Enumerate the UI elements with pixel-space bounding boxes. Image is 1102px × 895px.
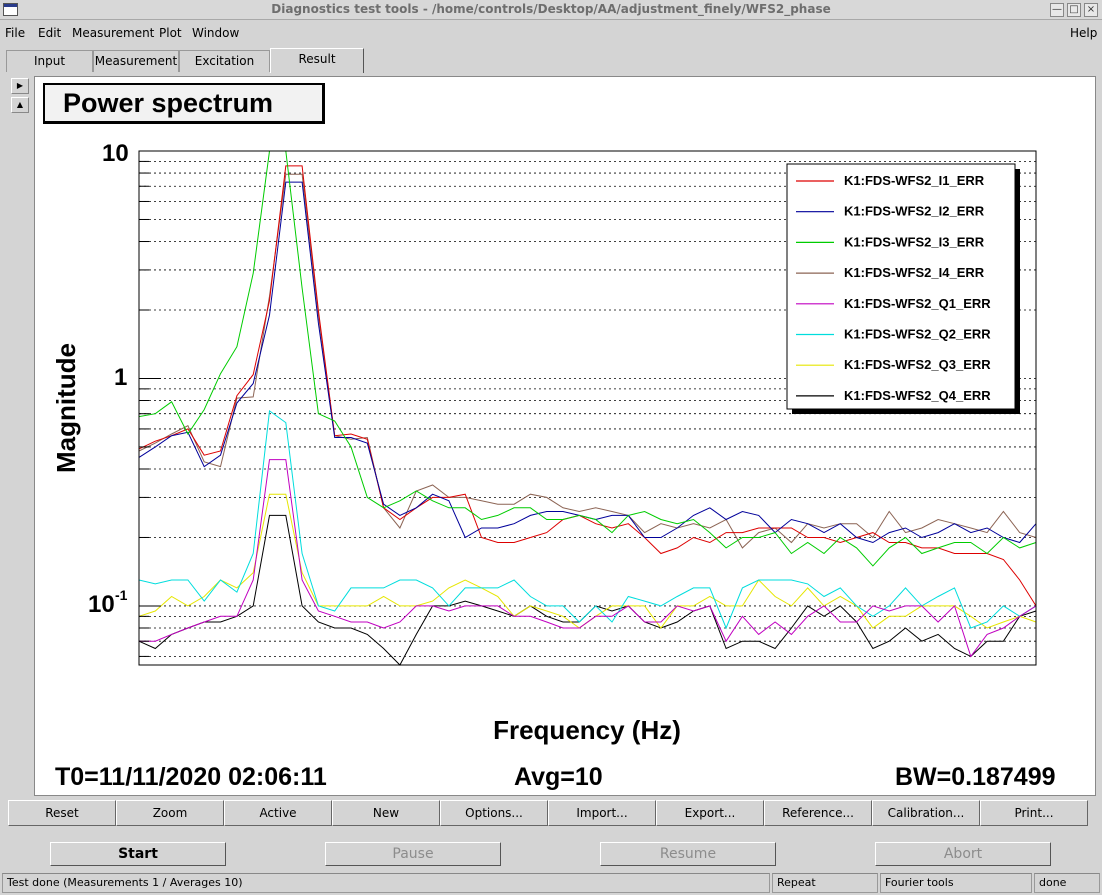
avg-label: Avg=10 [514,763,603,791]
start-button[interactable]: Start [50,842,226,866]
reset-button[interactable]: Reset [8,800,116,826]
y-tick-label-exp: -1 [115,587,128,603]
t0-label: T0=11/11/2020 02:06:11 [55,763,327,791]
status-message: Test done (Measurements 1 / Averages 10) [2,873,770,893]
legend-label-i4: K1:FDS-WFS2_I4_ERR [844,265,985,280]
legend-label-q4: K1:FDS-WFS2_Q4_ERR [844,388,991,403]
legend-box [786,163,1016,410]
status-mode: Repeat [772,873,878,893]
resume-button[interactable]: Resume [600,842,776,866]
legend-label-i1: K1:FDS-WFS2_I1_ERR [844,173,985,188]
status-state: done [1034,873,1100,893]
x-axis-label: Frequency (Hz) [493,715,681,745]
legend-label-i2: K1:FDS-WFS2_I2_ERR [844,204,985,219]
reference-button[interactable]: Reference... [764,800,872,826]
legend-label-q2: K1:FDS-WFS2_Q2_ERR [844,327,991,342]
series-line-q1 [139,459,1037,658]
series-line-q4 [138,514,1037,666]
y-axis-label: Magnitude [51,343,81,473]
y-tick-label-1: 1 [114,364,127,391]
legend-label-i3: K1:FDS-WFS2_I3_ERR [844,234,985,249]
pause-button[interactable]: Pause [325,842,501,866]
options-button[interactable]: Options... [440,800,548,826]
active-button[interactable]: Active [224,800,332,826]
legend-label-q1: K1:FDS-WFS2_Q1_ERR [844,296,991,311]
power-spectrum-chart: 10 1 10 -1 Magnitude Frequency (Hz) K1:F… [51,140,1037,745]
legend-label-q3: K1:FDS-WFS2_Q3_ERR [844,357,991,372]
export-button[interactable]: Export... [656,800,764,826]
calibration-button[interactable]: Calibration... [872,800,980,826]
import-button[interactable]: Import... [548,800,656,826]
zoom-button[interactable]: Zoom [116,800,224,826]
print-button[interactable]: Print... [980,800,1088,826]
y-tick-label-base: 10 [88,591,115,618]
status-tool: Fourier tools [880,873,1032,893]
abort-button[interactable]: Abort [875,842,1051,866]
series-line-q3 [138,493,1037,629]
y-tick-label-10: 10 [102,140,129,167]
bw-label: BW=0.187499 [895,763,1056,791]
new-button[interactable]: New [332,800,440,826]
